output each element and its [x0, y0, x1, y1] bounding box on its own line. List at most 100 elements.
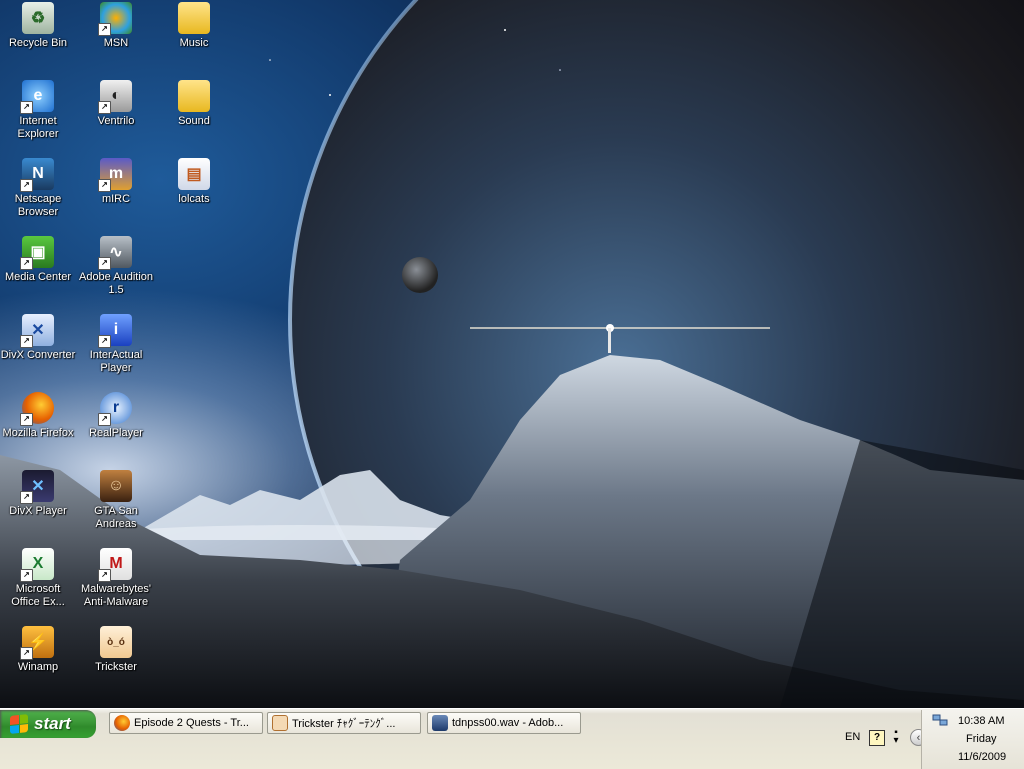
shortcut-arrow-icon: ↗: [20, 257, 33, 270]
desktop-icon-label: Media Center: [4, 271, 72, 283]
desktop-icon-divx-player[interactable]: ✕ ↗ DivX Player: [0, 470, 76, 518]
desktop-icon-label: Netscape Browser: [14, 193, 62, 218]
desktop-icon-lolcats[interactable]: ▤ lolcats: [156, 158, 232, 206]
firefox-icon: ↗: [20, 392, 54, 426]
start-button[interactable]: start: [0, 710, 96, 738]
clock-time[interactable]: 10:38 AM: [958, 715, 1004, 727]
shortcut-arrow-icon: ↗: [20, 491, 33, 504]
gta-icon: ☺: [100, 470, 132, 502]
shortcut-arrow-icon: ↗: [98, 569, 111, 582]
shortcut-arrow-icon: ↗: [20, 647, 33, 660]
desktop-icon-label: mIRC: [101, 193, 131, 205]
file-icon: ▤: [178, 158, 210, 190]
excel-icon: X ↗: [20, 548, 54, 582]
desktop-icon-music[interactable]: Music: [156, 2, 232, 50]
desktop-icon-internet-explorer[interactable]: e ↗ Internet Explorer: [0, 80, 76, 141]
desktop-icon-netscape-browser[interactable]: N ↗ Netscape Browser: [0, 158, 76, 219]
clock-day: Friday: [966, 733, 997, 745]
shortcut-arrow-icon: ↗: [20, 179, 33, 192]
realplayer-icon: r ↗: [98, 392, 132, 426]
firefox-icon: [114, 715, 130, 731]
language-indicator[interactable]: EN: [845, 731, 860, 743]
internet-explorer-icon: e ↗: [20, 80, 54, 114]
taskbar: start Episode 2 Quests - Tr... Trickster…: [0, 708, 1024, 769]
desktop-icon-mozilla-firefox[interactable]: ↗ Mozilla Firefox: [0, 392, 76, 440]
desktop-icon-label: InterActual Player: [89, 349, 143, 374]
toolbar-options-icon[interactable]: ▪ ▾: [891, 728, 901, 746]
shortcut-arrow-icon: ↗: [98, 257, 111, 270]
shortcut-arrow-icon: ↗: [98, 101, 111, 114]
desktop-icon-media-center[interactable]: ▣ ↗ Media Center: [0, 236, 76, 284]
task-label: Trickster ﾁｬｸﾞｰﾃﾝｸﾞ...: [292, 718, 396, 730]
windows-flag-icon: [10, 714, 28, 734]
recycle-bin-icon: ♻: [22, 2, 54, 34]
desktop-icon-label: Adobe Audition 1.5: [78, 271, 153, 296]
shortcut-arrow-icon: ↗: [98, 335, 111, 348]
desktop-icon-label: Music: [179, 37, 209, 49]
shortcut-arrow-icon: ↗: [20, 101, 33, 114]
desktop-icon-label: Sound: [178, 115, 210, 127]
desktop-icon-label: RealPlayer: [89, 427, 143, 439]
winamp-icon: ⚡ ↗: [20, 626, 54, 660]
desktop-icon-realplayer[interactable]: r ↗ RealPlayer: [78, 392, 154, 440]
taskbar-button-trickster[interactable]: Trickster ﾁｬｸﾞｰﾃﾝｸﾞ...: [267, 712, 421, 734]
desktop-wallpaper: ♻ Recycle Bin ↗ MSN Music e ↗ Internet Explorer…: [0, 0, 1024, 708]
desktop-icon-label: Winamp: [17, 661, 59, 673]
start-label: start: [34, 714, 71, 733]
help-icon[interactable]: ?: [869, 730, 885, 746]
shortcut-arrow-icon: ↗: [20, 335, 33, 348]
desktop-icon-label: Mozilla Firefox: [2, 427, 74, 439]
trickster-icon: ò_ó: [100, 626, 132, 658]
desktop-icon-recycle-bin[interactable]: ♻ Recycle Bin: [0, 2, 76, 50]
desktop-icon-sound[interactable]: Sound: [156, 80, 232, 128]
desktop-icon-mirc[interactable]: m ↗ mIRC: [78, 158, 154, 206]
desktop-icon-interactual-player[interactable]: i ↗ InterActual Player: [78, 314, 154, 375]
taskbar-button-firefox[interactable]: Episode 2 Quests - Tr...: [109, 712, 263, 734]
clock-date: 11/6/2009: [958, 751, 1007, 763]
desktop-icon-label: GTA San Andreas: [94, 505, 138, 530]
adobe-audition-icon: ∿ ↗: [98, 236, 132, 270]
desktop-icon-gta-san-andreas[interactable]: ☺ GTA San Andreas: [78, 470, 154, 531]
netscape-icon: N ↗: [20, 158, 54, 192]
desktop-icon-winamp[interactable]: ⚡ ↗ Winamp: [0, 626, 76, 674]
desktop-icon-label: lolcats: [178, 193, 210, 205]
desktop-icon-malwarebytes-anti-malware[interactable]: M ↗ Malwarebytes' Anti-Malware: [78, 548, 154, 609]
shortcut-arrow-icon: ↗: [20, 413, 33, 426]
shortcut-arrow-icon: ↗: [98, 179, 111, 192]
trickster-icon: [272, 715, 288, 731]
media-center-icon: ▣ ↗: [20, 236, 54, 270]
desktop-icon-ventrilo[interactable]: ◐ ↗ Ventrilo: [78, 80, 154, 128]
desktop-icon-label: Malwarebytes' Anti-Malware: [81, 583, 151, 608]
desktop-icon-label: Trickster: [95, 661, 137, 673]
desktop-icon-label: Recycle Bin: [8, 37, 68, 49]
desktop-icon-trickster[interactable]: ò_ó Trickster: [78, 626, 154, 674]
desktop-icon-label: MSN: [103, 37, 129, 49]
divx-converter-icon: ✕ ↗: [20, 314, 54, 348]
folder-icon: [178, 2, 210, 34]
folder-icon: [178, 80, 210, 112]
shortcut-arrow-icon: ↗: [98, 413, 111, 426]
desktop-icon-divx-converter[interactable]: ✕ ↗ DivX Converter: [0, 314, 76, 362]
adobe-audition-icon: [432, 715, 448, 731]
desktop-icon-label: Internet Explorer: [17, 115, 59, 140]
shortcut-arrow-icon: ↗: [98, 23, 111, 36]
desktop-icon-msn[interactable]: ↗ MSN: [78, 2, 154, 50]
shortcut-arrow-icon: ↗: [20, 569, 33, 582]
msn-icon: ↗: [98, 2, 132, 36]
desktop-icon-microsoft-office-ex[interactable]: X ↗ Microsoft Office Ex...: [0, 548, 76, 609]
desktop-icon-label: DivX Player: [9, 505, 67, 517]
desktop-icon-label: DivX Converter: [0, 349, 76, 361]
malwarebytes-icon: M ↗: [98, 548, 132, 582]
taskbar-button-adobe-audition[interactable]: tdnpss00.wav - Adob...: [427, 712, 581, 734]
interactual-player-icon: i ↗: [98, 314, 132, 348]
task-label: Episode 2 Quests - Tr...: [134, 717, 249, 729]
mirc-icon: m ↗: [98, 158, 132, 192]
desktop-icon-label: Microsoft Office Ex...: [11, 583, 65, 608]
system-tray: 10:38 AM Friday 11/6/2009: [921, 710, 1024, 769]
divx-player-icon: ✕ ↗: [20, 470, 54, 504]
desktop-icon-label: Ventrilo: [97, 115, 135, 127]
desktop-icon-adobe-audition-1-5[interactable]: ∿ ↗ Adobe Audition 1.5: [78, 236, 154, 297]
network-connection-icon[interactable]: [932, 714, 948, 726]
ventrilo-icon: ◐ ↗: [98, 80, 132, 114]
task-label: tdnpss00.wav - Adob...: [452, 717, 564, 729]
